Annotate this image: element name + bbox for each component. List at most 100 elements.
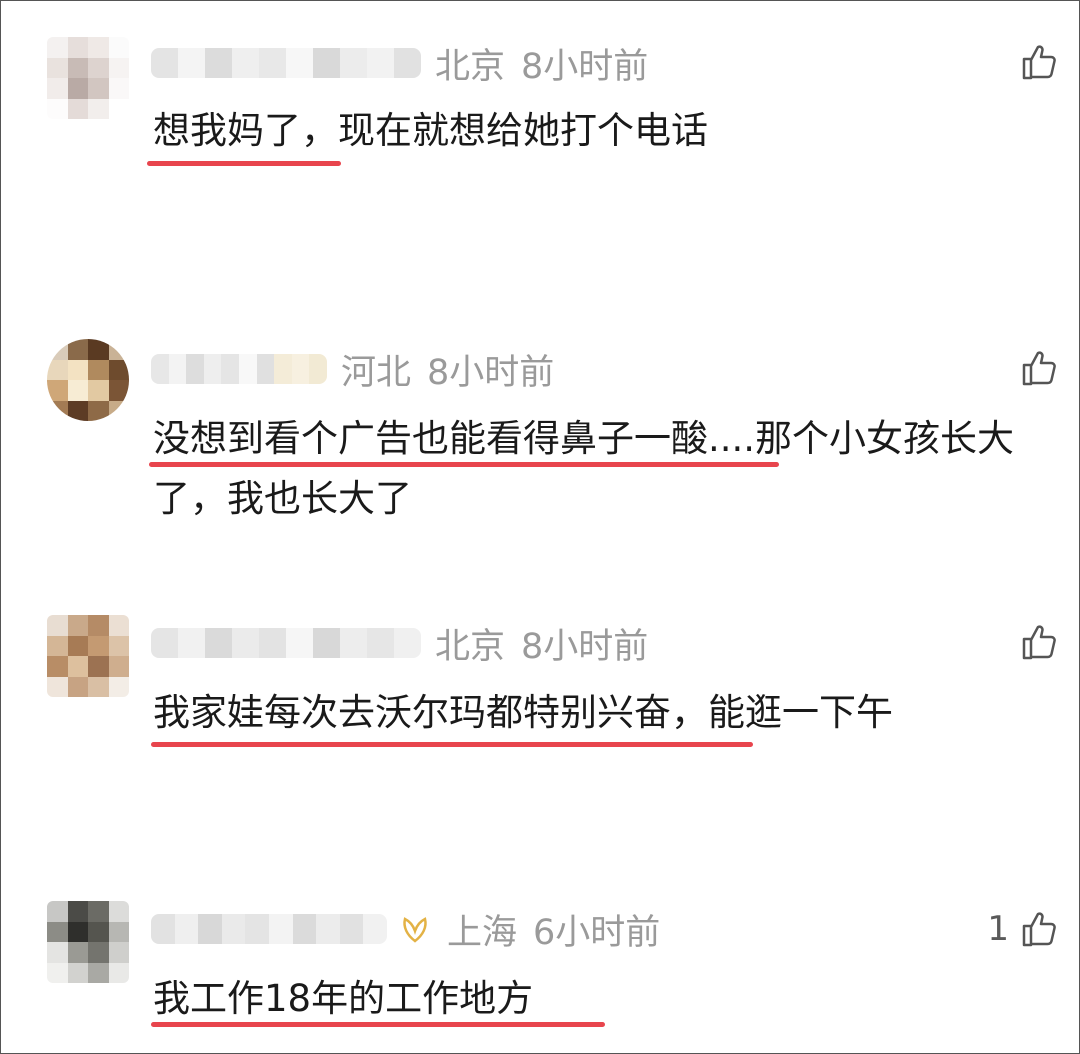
avatar-mosaic-cell xyxy=(88,942,109,963)
username-mosaic-cell xyxy=(168,354,187,384)
avatar[interactable] xyxy=(47,37,129,119)
avatar-mosaic-cell xyxy=(108,942,129,963)
avatar-mosaic-cell xyxy=(67,78,88,99)
username-mosaic-cell xyxy=(268,914,293,944)
comment-text: 我工作18年的工作地方 xyxy=(153,977,534,1020)
username-mosaic-cell xyxy=(151,48,178,78)
avatar-mosaic-cell xyxy=(47,656,68,677)
like-button[interactable] xyxy=(1009,37,1059,87)
avatar-mosaic-cell xyxy=(88,380,109,401)
avatar-mosaic-cell xyxy=(108,98,129,119)
avatar-mosaic-cell xyxy=(47,400,68,421)
username-mosaic-cell xyxy=(151,914,175,944)
username-blurred[interactable] xyxy=(151,628,421,658)
username-mosaic-cell xyxy=(286,48,313,78)
comment-time: 8小时前 xyxy=(521,46,649,87)
username-mosaic-cell xyxy=(178,628,205,658)
username-mosaic-cell xyxy=(291,354,310,384)
username-mosaic-cell xyxy=(274,354,292,384)
avatar-mosaic-cell xyxy=(47,98,68,119)
highlight-underline xyxy=(151,742,753,747)
avatar-mosaic-cell xyxy=(108,380,129,401)
comment-location: 北京 xyxy=(435,626,506,667)
avatar-mosaic-cell xyxy=(47,359,68,380)
username-mosaic-cell xyxy=(256,354,275,384)
comment-time: 8小时前 xyxy=(427,352,555,393)
username-blurred[interactable] xyxy=(151,354,327,384)
avatar-mosaic-cell xyxy=(88,656,109,677)
like-button[interactable] xyxy=(1009,617,1059,667)
avatar-mosaic-cell xyxy=(67,942,88,963)
thumbs-up-icon xyxy=(1022,625,1056,660)
avatar-mosaic-cell xyxy=(108,635,129,656)
avatar-mosaic-cell xyxy=(108,37,129,58)
username-mosaic-cell xyxy=(394,628,421,658)
avatar-mosaic-cell xyxy=(47,921,68,942)
like-button[interactable]: 1 xyxy=(987,904,1059,954)
highlight-underline xyxy=(149,462,779,467)
avatar-mosaic-cell xyxy=(67,98,88,119)
username-mosaic-cell xyxy=(286,628,313,658)
highlight-underline xyxy=(147,161,341,166)
comment-location: 北京 xyxy=(435,46,506,87)
avatar-mosaic-cell xyxy=(67,656,88,677)
avatar-mosaic-cell xyxy=(47,380,68,401)
username-mosaic-cell xyxy=(367,48,394,78)
avatar-mosaic-cell xyxy=(47,901,68,922)
like-count: 1 xyxy=(987,909,1009,949)
avatar-mosaic-cell xyxy=(88,359,109,380)
username-mosaic-cell xyxy=(205,628,232,658)
username-mosaic-cell xyxy=(340,48,367,78)
avatar[interactable] xyxy=(47,901,129,983)
username-blurred[interactable] xyxy=(151,914,387,944)
avatar-mosaic-cell xyxy=(88,400,109,421)
avatar[interactable] xyxy=(47,339,129,421)
like-button[interactable] xyxy=(1009,343,1059,393)
avatar-mosaic-cell xyxy=(47,78,68,99)
username-mosaic-cell xyxy=(238,354,257,384)
username-mosaic-cell xyxy=(259,628,286,658)
comment-meta: 北京 8小时前 xyxy=(151,615,648,671)
username-mosaic-cell xyxy=(340,628,367,658)
avatar[interactable] xyxy=(47,615,129,697)
comment-meta: 上海 6小时前 xyxy=(151,901,660,957)
username-mosaic-cell xyxy=(186,354,204,384)
avatar-mosaic-cell xyxy=(47,615,68,636)
username-mosaic-cell xyxy=(313,48,340,78)
username-mosaic-cell xyxy=(151,628,178,658)
comment-location: 河北 xyxy=(341,352,412,393)
avatar-mosaic-cell xyxy=(47,942,68,963)
avatar-mosaic-cell xyxy=(47,962,68,983)
comment-time: 8小时前 xyxy=(521,626,649,667)
username-mosaic-cell xyxy=(198,914,222,944)
avatar-mosaic-cell xyxy=(108,962,129,983)
username-mosaic-cell xyxy=(259,48,286,78)
avatar-mosaic-cell xyxy=(67,57,88,78)
comment-text: 我家娃每次去沃尔玛都特别兴奋，能逛一下午 xyxy=(153,691,893,734)
username-mosaic-cell xyxy=(313,628,340,658)
avatar-mosaic-cell xyxy=(108,78,129,99)
username-mosaic-cell xyxy=(394,48,421,78)
avatar-mosaic-cell xyxy=(108,656,129,677)
username-blurred[interactable] xyxy=(151,48,421,78)
avatar-mosaic-cell xyxy=(108,359,129,380)
thumbs-up-icon xyxy=(1022,45,1056,80)
avatar-mosaic-cell xyxy=(47,635,68,656)
username-mosaic-cell xyxy=(363,914,387,944)
avatar-mosaic-cell xyxy=(67,400,88,421)
username-mosaic-cell xyxy=(174,914,199,944)
avatar-mosaic-cell xyxy=(88,98,109,119)
comment-time: 6小时前 xyxy=(533,912,661,953)
avatar-mosaic-cell xyxy=(47,339,68,360)
avatar-mosaic-cell xyxy=(88,635,109,656)
avatar-mosaic-cell xyxy=(88,962,109,983)
avatar-mosaic-cell xyxy=(108,901,129,922)
avatar-mosaic-cell xyxy=(47,57,68,78)
username-mosaic-cell xyxy=(203,354,222,384)
username-mosaic-cell xyxy=(151,354,169,384)
avatar-mosaic-cell xyxy=(108,400,129,421)
comment-location: 上海 xyxy=(447,912,518,953)
flower-icon xyxy=(403,917,427,943)
avatar-mosaic-cell xyxy=(67,676,88,697)
username-mosaic-cell xyxy=(221,354,239,384)
